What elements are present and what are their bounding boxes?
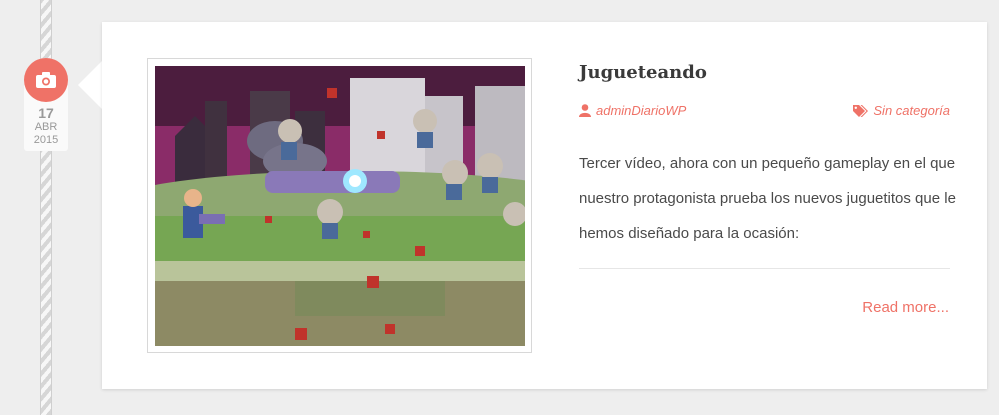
date-day: 17 [38, 105, 54, 121]
tags-icon [853, 104, 869, 117]
post-title[interactable]: Jugueteando [579, 62, 707, 83]
game-screenshot-image [155, 66, 525, 346]
date-month: ABR [34, 121, 58, 133]
date-year: 2015 [33, 134, 59, 146]
post-excerpt: Tercer vídeo, ahora con un pequeño gamep… [579, 155, 956, 242]
read-more-link[interactable]: Read more... [862, 299, 949, 316]
post-category[interactable]: Sin categoría [853, 103, 950, 118]
card-pointer [78, 61, 102, 109]
post-format-badge[interactable] [24, 58, 68, 102]
camera-icon [36, 72, 56, 88]
divider [579, 268, 950, 269]
user-icon [579, 104, 591, 117]
post-author[interactable]: adminDiarioWP [579, 103, 686, 118]
category-name[interactable]: Sin categoría [873, 103, 950, 118]
author-name[interactable]: adminDiarioWP [596, 103, 686, 118]
post-thumbnail[interactable] [147, 58, 532, 353]
post-card: Jugueteando adminDiarioWP Sin categoría … [102, 22, 987, 389]
date-badge: 17 ABR 2015 [24, 58, 68, 151]
